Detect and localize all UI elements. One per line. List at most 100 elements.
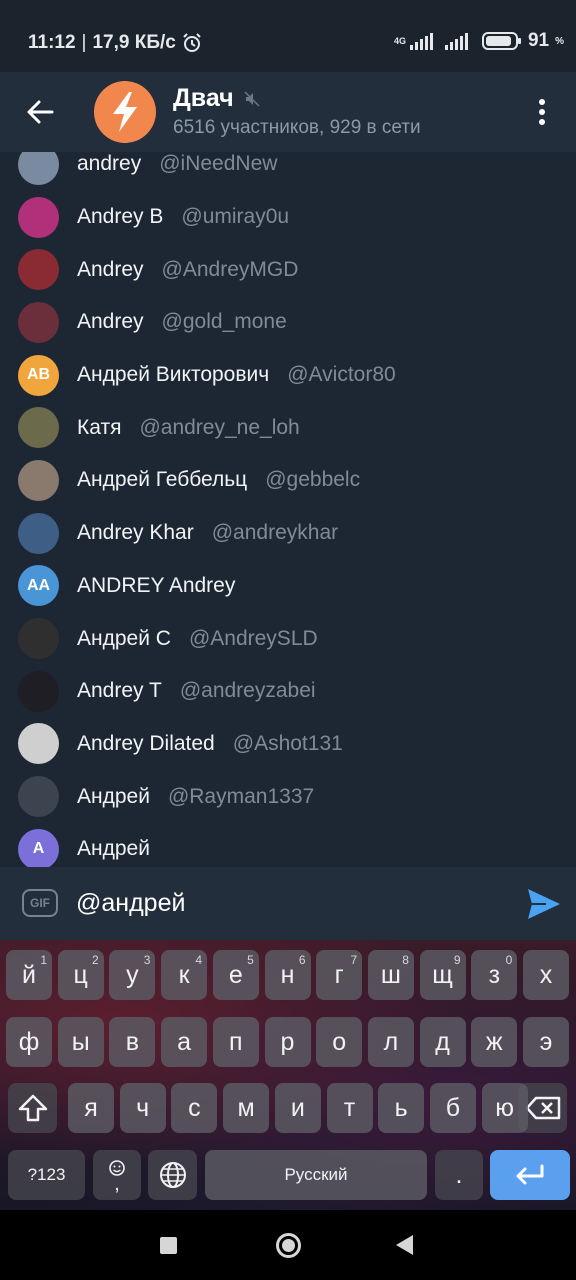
- mention-row[interactable]: А Андрей: [0, 823, 576, 867]
- key-label: э: [539, 1027, 553, 1056]
- key-я[interactable]: я: [68, 1083, 114, 1133]
- mention-avatar: [18, 407, 59, 449]
- mention-name: Андрей: [77, 837, 150, 861]
- key-н[interactable]: н6: [264, 950, 311, 1000]
- key-й[interactable]: й1: [6, 950, 52, 1000]
- mention-avatar: [18, 776, 59, 818]
- mention-row[interactable]: Катя @andrey_ne_loh: [0, 401, 576, 454]
- key-э[interactable]: э: [523, 1017, 569, 1067]
- key-п[interactable]: п: [212, 1017, 259, 1067]
- key-л[interactable]: л: [367, 1017, 414, 1067]
- gif-button[interactable]: GIF: [22, 889, 58, 917]
- key-ш[interactable]: ш8: [367, 950, 414, 1000]
- mention-avatar: [18, 196, 59, 238]
- mention-name: Андрей Геббельц: [77, 468, 248, 492]
- key-label: я: [84, 1093, 98, 1122]
- battery-fill: [485, 36, 512, 46]
- key-hint: 5: [247, 953, 254, 967]
- mention-row[interactable]: Andrey @AndreyMGD: [0, 243, 576, 296]
- key-г[interactable]: г7: [316, 950, 363, 1000]
- key-label: х: [539, 960, 553, 989]
- key-в[interactable]: в: [109, 1017, 156, 1067]
- key-ф[interactable]: ф: [6, 1017, 52, 1067]
- mention-name: andrey: [77, 152, 142, 176]
- key-с[interactable]: с: [171, 1083, 218, 1133]
- mention-username: @Avictor80: [287, 363, 396, 387]
- mention-row[interactable]: Andrey B @umiray0u: [0, 191, 576, 244]
- key-з[interactable]: з0: [471, 950, 518, 1000]
- key-о[interactable]: о: [316, 1017, 363, 1067]
- key-ь[interactable]: ь: [378, 1083, 425, 1133]
- key-д[interactable]: д: [419, 1017, 466, 1067]
- key-т[interactable]: т: [326, 1083, 373, 1133]
- recents-button[interactable]: [160, 1237, 177, 1254]
- language-key[interactable]: [148, 1150, 197, 1200]
- mention-username: @umiray0u: [181, 205, 290, 229]
- network-type-label: 4G: [393, 35, 406, 46]
- mention-avatar: [18, 301, 59, 343]
- key-ц[interactable]: ц2: [57, 950, 104, 1000]
- enter-icon: [516, 1164, 544, 1185]
- mention-row[interactable]: Andrey Dilated @Ashot131: [0, 718, 576, 771]
- mention-list-inner: andrey @iNeedNew Andrey B @umiray0u Andrey @A…: [0, 152, 576, 867]
- key-щ[interactable]: щ9: [419, 950, 466, 1000]
- keyboard: ?123 , Русский . й1ц2у3к4е5н6г7ш8щ9з0 х фы…: [0, 940, 576, 1210]
- emoji-comma-key[interactable]: ,: [93, 1150, 141, 1200]
- mention-row[interactable]: AA ANDREY Andrey: [0, 560, 576, 613]
- mention-avatar: А: [18, 828, 59, 867]
- mention-avatar: [18, 152, 59, 185]
- key-hint: 7: [350, 953, 358, 967]
- key-б[interactable]: б: [429, 1083, 476, 1133]
- key-у[interactable]: у3: [109, 950, 156, 1000]
- mention-row[interactable]: andrey @iNeedNew: [0, 152, 576, 191]
- key-hint: 6: [298, 953, 306, 967]
- signal-icon-2: [444, 32, 468, 50]
- status-left: 11:12 | 17,9 КБ/с: [28, 32, 202, 54]
- mention-row[interactable]: Андрей Геббельц @gebbelc: [0, 454, 576, 507]
- chat-avatar[interactable]: [94, 81, 156, 143]
- key-ч[interactable]: ч: [119, 1083, 166, 1133]
- chat-title: Двач: [173, 84, 234, 112]
- message-input[interactable]: @андрей: [76, 889, 496, 921]
- mention-row[interactable]: АВ Андрей Викторович @Avictor80: [0, 349, 576, 402]
- key-м[interactable]: м: [223, 1083, 270, 1133]
- mention-suggestions-list[interactable]: andrey @iNeedNew Andrey B @umiray0u Andrey @A…: [0, 152, 576, 867]
- key-х[interactable]: х: [523, 950, 569, 1000]
- mention-name: Andrey: [77, 257, 144, 281]
- back-button[interactable]: [20, 92, 60, 132]
- key-label: ч: [136, 1093, 150, 1122]
- mention-avatar: [18, 670, 59, 712]
- symbols-key[interactable]: ?123: [8, 1150, 85, 1200]
- home-button[interactable]: [276, 1233, 301, 1258]
- key-label: ь: [394, 1093, 408, 1122]
- key-ю[interactable]: ю: [481, 1083, 528, 1133]
- mention-name: Андрей: [77, 784, 150, 808]
- status-time: 11:12: [28, 32, 76, 53]
- key-к[interactable]: к4: [161, 950, 208, 1000]
- key-а[interactable]: а: [161, 1017, 208, 1067]
- key-ы[interactable]: ы: [57, 1017, 104, 1067]
- send-button[interactable]: [526, 887, 562, 921]
- enter-key[interactable]: [490, 1150, 570, 1200]
- mention-username: @andrey_ne_loh: [139, 415, 300, 439]
- key-е[interactable]: е5: [212, 950, 259, 1000]
- key-label: с: [188, 1093, 201, 1122]
- period-key[interactable]: .: [435, 1150, 483, 1200]
- mention-username: @andreykhar: [211, 521, 339, 545]
- mention-row[interactable]: Андрей @Rayman1337: [0, 770, 576, 823]
- system-back-button[interactable]: [396, 1235, 413, 1255]
- key-ж[interactable]: ж: [471, 1017, 518, 1067]
- key-р[interactable]: р: [264, 1017, 311, 1067]
- more-menu-button[interactable]: [530, 96, 554, 128]
- key-label: ф: [18, 1027, 40, 1056]
- mention-row[interactable]: Andrey T @andreyzabei: [0, 665, 576, 718]
- key-и[interactable]: и: [274, 1083, 321, 1133]
- space-key[interactable]: Русский: [205, 1150, 427, 1200]
- mention-avatar: [18, 618, 59, 660]
- mention-row[interactable]: Andrey @gold_mone: [0, 296, 576, 349]
- shift-key[interactable]: [8, 1083, 57, 1133]
- key-label: у: [126, 960, 139, 989]
- mention-row[interactable]: Andrey Khar @andreykhar: [0, 507, 576, 560]
- chat-title-row[interactable]: Двач: [173, 84, 260, 113]
- mention-row[interactable]: Андрей С @AndreySLD: [0, 612, 576, 665]
